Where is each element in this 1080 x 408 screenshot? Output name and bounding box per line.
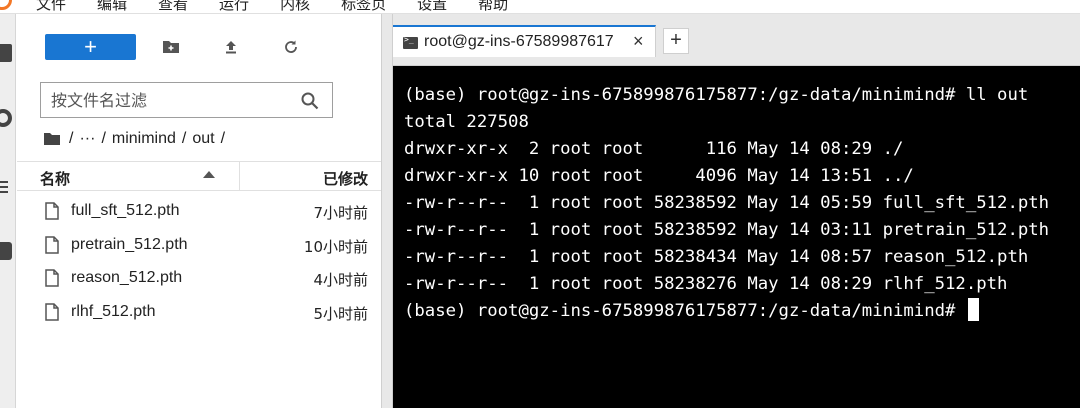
activity-bar bbox=[0, 14, 16, 408]
tab-terminal[interactable]: root@gz-ins-67589987617 × bbox=[393, 25, 656, 57]
close-icon[interactable]: × bbox=[633, 31, 644, 51]
main-area: root@gz-ins-67589987617 × + (base) root@… bbox=[393, 14, 1080, 408]
column-header-modified[interactable]: 已修改 bbox=[323, 168, 368, 189]
file-name: full_sft_512.pth bbox=[71, 202, 180, 219]
terminal-line: -rw-r--r-- 1 root root 58238434 May 14 0… bbox=[404, 247, 1029, 267]
upload-icon[interactable] bbox=[220, 36, 242, 58]
file-name: pretrain_512.pth bbox=[71, 235, 188, 253]
breadcrumb-separator: / bbox=[101, 130, 106, 147]
breadcrumb-separator: / bbox=[69, 130, 74, 147]
file-modified: 10小时前 bbox=[303, 237, 368, 256]
file-row[interactable]: rlhf_512.pth 5小时前 bbox=[17, 296, 381, 330]
terminal-line: drwxr-xr-x 2 root root 116 May 14 08:29 … bbox=[404, 139, 904, 159]
menu-item-edit[interactable]: 编辑 bbox=[97, 0, 127, 13]
menu-item-run[interactable]: 运行 bbox=[219, 0, 249, 13]
breadcrumb-separator: / bbox=[181, 130, 187, 147]
new-launcher-button[interactable]: + bbox=[45, 34, 136, 60]
menu-items: 文件 编辑 查看 运行 内核 标签页 设置 帮助 bbox=[36, 0, 539, 13]
file-name: rlhf_512.pth bbox=[71, 302, 156, 320]
menu-item-settings[interactable]: 设置 bbox=[417, 0, 447, 13]
filter-box bbox=[40, 82, 333, 118]
panel-splitter[interactable] bbox=[381, 14, 393, 408]
sort-ascending-icon[interactable] bbox=[203, 171, 215, 178]
file-list-header: 名称 已修改 bbox=[17, 161, 381, 191]
menu-item-kernel[interactable]: 内核 bbox=[280, 0, 310, 13]
add-tab-button[interactable]: + bbox=[663, 28, 689, 54]
file-icon bbox=[45, 202, 59, 220]
home-folder-icon[interactable] bbox=[43, 132, 61, 146]
filter-input[interactable] bbox=[41, 83, 291, 117]
menu-item-file[interactable]: 文件 bbox=[36, 0, 66, 13]
file-name: reason_512.pth bbox=[71, 269, 183, 286]
column-divider[interactable] bbox=[239, 162, 240, 191]
terminal-line: (base) root@gz-ins-675899876175877:/gz-d… bbox=[404, 85, 1029, 105]
menu-item-view[interactable]: 查看 bbox=[158, 0, 188, 13]
file-row[interactable]: pretrain_512.pth 10小时前 bbox=[17, 229, 381, 263]
file-modified: 5小时前 bbox=[313, 304, 368, 323]
new-folder-icon[interactable] bbox=[160, 36, 182, 58]
terminal-prompt: (base) root@gz-ins-675899876175877:/gz-d… bbox=[404, 301, 966, 321]
jupyter-logo-icon bbox=[0, 0, 12, 10]
file-list: full_sft_512.pth 7小时前 pretrain_512.pth 1… bbox=[17, 195, 381, 329]
terminal-line: -rw-r--r-- 1 root root 58238592 May 14 0… bbox=[404, 193, 1050, 213]
table-of-contents-icon[interactable] bbox=[0, 178, 12, 196]
file-row[interactable]: full_sft_512.pth 7小时前 bbox=[17, 195, 381, 229]
menu-item-help[interactable]: 帮助 bbox=[478, 0, 508, 13]
breadcrumb: / ··· / minimind / out / bbox=[43, 128, 231, 150]
file-row[interactable]: reason_512.pth 4小时前 bbox=[17, 262, 381, 296]
terminal-output[interactable]: (base) root@gz-ins-675899876175877:/gz-d… bbox=[393, 67, 1080, 408]
menu-item-tabs[interactable]: 标签页 bbox=[341, 0, 386, 13]
breadcrumb-ellipsis[interactable]: ··· bbox=[79, 130, 95, 148]
tab-bar: root@gz-ins-67589987617 × + bbox=[393, 14, 1080, 66]
terminal-prompt-line: (base) root@gz-ins-675899876175877:/gz-d… bbox=[404, 298, 1080, 325]
breadcrumb-minimind[interactable]: minimind bbox=[112, 130, 176, 148]
breadcrumb-out[interactable]: out bbox=[192, 130, 214, 148]
running-icon[interactable] bbox=[0, 109, 12, 127]
folder-icon[interactable] bbox=[0, 44, 12, 62]
terminal-line: drwxr-xr-x 10 root root 4096 May 14 13:5… bbox=[404, 166, 914, 186]
file-browser-toolbar: + bbox=[17, 14, 381, 70]
file-icon bbox=[45, 302, 59, 321]
terminal-icon bbox=[403, 35, 418, 49]
menu-bar: 文件 编辑 查看 运行 内核 标签页 设置 帮助 bbox=[0, 0, 1080, 14]
terminal-line: -rw-r--r-- 1 root root 58238276 May 14 0… bbox=[404, 274, 1008, 294]
column-header-name[interactable]: 名称 bbox=[40, 168, 70, 189]
file-icon bbox=[45, 269, 59, 287]
extension-icon[interactable] bbox=[0, 242, 12, 260]
terminal-line: -rw-r--r-- 1 root root 58238592 May 14 0… bbox=[404, 220, 1050, 240]
terminal-cursor bbox=[967, 298, 979, 321]
breadcrumb-separator: / bbox=[220, 130, 226, 147]
file-icon bbox=[45, 235, 59, 254]
tab-title: root@gz-ins-67589987617 bbox=[424, 33, 614, 50]
terminal-line: total 227508 bbox=[404, 112, 529, 132]
refresh-icon[interactable] bbox=[280, 36, 302, 58]
file-modified: 7小时前 bbox=[313, 204, 368, 222]
search-icon[interactable] bbox=[300, 91, 320, 111]
file-browser: + / ··· / minimind / out / 名称 已修改 bbox=[17, 14, 381, 408]
file-modified: 4小时前 bbox=[313, 271, 368, 289]
